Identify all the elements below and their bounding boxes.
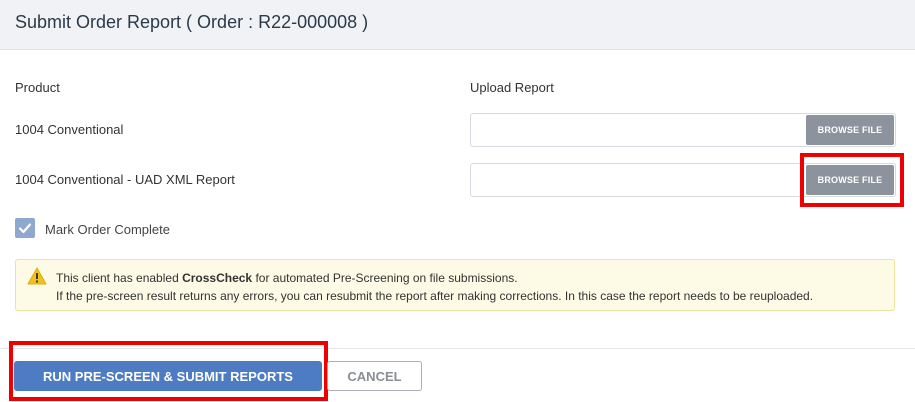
crosscheck-alert: This client has enabled CrossCheck for a…	[15, 259, 895, 311]
modal-title: Submit Order Report ( Order : R22-000008…	[15, 12, 369, 32]
alert-line-2: If the pre-screen result returns any err…	[56, 289, 814, 303]
alert-line-1: This client has enabled CrossCheck for a…	[56, 271, 518, 285]
checkmark-icon	[18, 223, 32, 234]
warning-icon	[27, 267, 47, 285]
modal-header: Submit Order Report ( Order : R22-000008…	[0, 0, 915, 50]
product-name: 1004 Conventional - UAD XML Report	[15, 172, 235, 187]
file-path-input[interactable]	[471, 164, 811, 198]
alert-text: This client has enabled	[56, 271, 183, 285]
alert-text: for automated Pre-Screening on file subm…	[252, 271, 518, 285]
mark-complete-label: Mark Order Complete	[45, 222, 170, 237]
cancel-button[interactable]: CANCEL	[327, 361, 422, 391]
highlight-box	[9, 341, 328, 401]
highlight-box	[800, 153, 904, 207]
crosscheck-name: CrossCheck	[182, 271, 253, 285]
mark-complete-checkbox[interactable]	[15, 218, 35, 238]
file-upload-row: BROWSE FILE	[470, 113, 896, 148]
product-name: 1004 Conventional	[15, 122, 124, 137]
browse-file-button[interactable]: BROWSE FILE	[806, 115, 894, 145]
file-path-input[interactable]	[471, 114, 811, 148]
upload-column-label: Upload Report	[470, 80, 554, 95]
product-column-label: Product	[15, 80, 60, 95]
